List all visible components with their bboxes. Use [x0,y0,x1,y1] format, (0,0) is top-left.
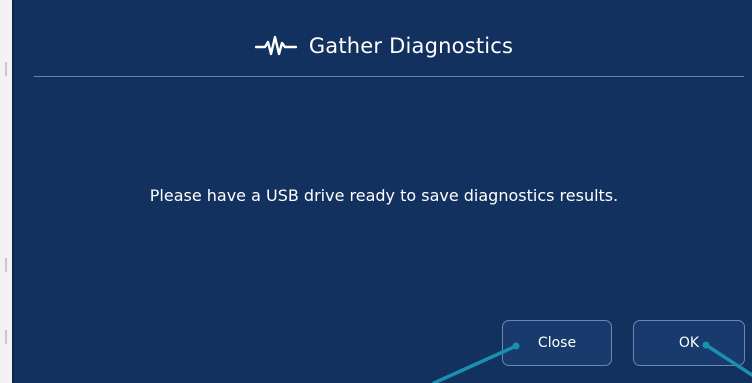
dialog-header: Gather Diagnostics [14,26,752,66]
edge-tick [5,330,7,344]
screenshot-frame: Gather Diagnostics Please have a USB dri… [0,0,752,383]
edge-tick [5,62,7,76]
close-button-label: Close [537,335,577,351]
ok-button-label: OK [678,335,700,351]
ok-button[interactable]: OK [633,320,745,366]
close-button[interactable]: Close [502,320,612,366]
gather-diagnostics-dialog: Gather Diagnostics Please have a USB dri… [12,0,752,383]
title-divider [34,76,744,77]
dialog-message: Please have a USB drive ready to save di… [149,186,619,205]
edge-tick [5,258,7,272]
pulse-waveform-icon [254,34,298,58]
dialog-title: Gather Diagnostics [308,34,514,58]
